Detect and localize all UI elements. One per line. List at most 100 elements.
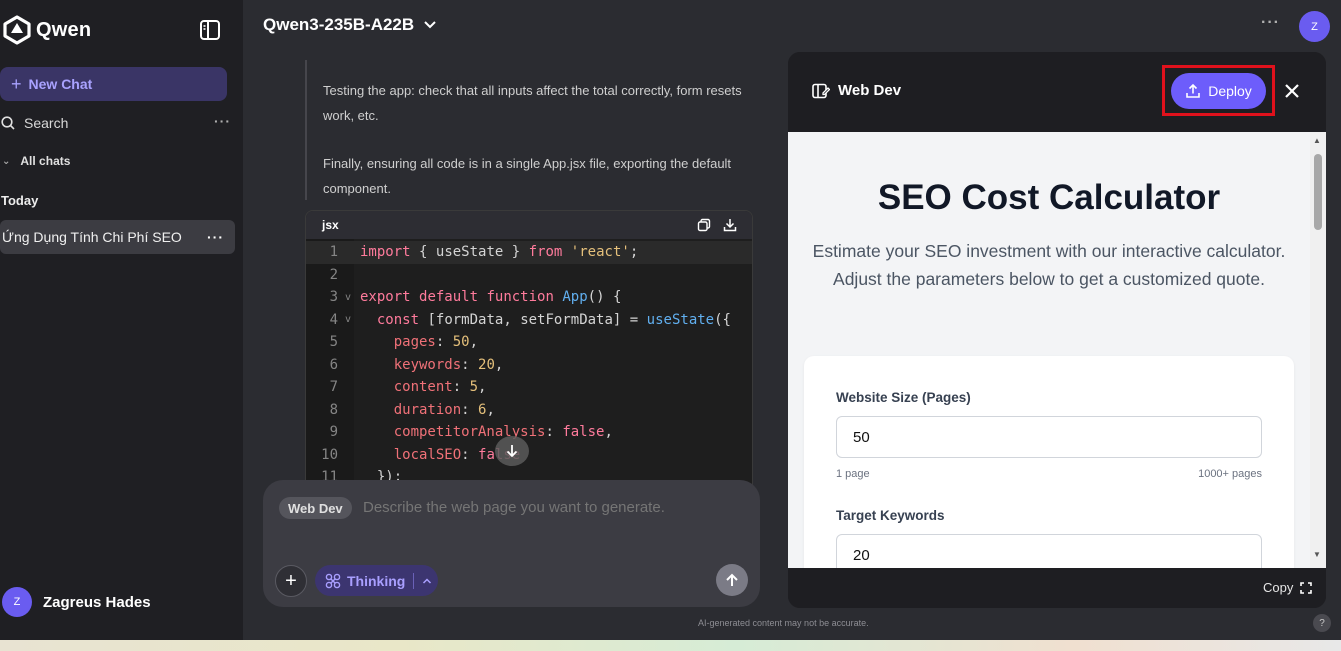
code-text: const [formData, setFormData] = useState…: [376, 311, 731, 328]
mode-chip-web-dev[interactable]: Web Dev: [279, 497, 352, 519]
help-button[interactable]: ?: [1313, 614, 1331, 632]
line-number: 3: [329, 289, 338, 306]
code-text: competitorAnalysis: false,: [393, 424, 613, 441]
qwen-logo-icon: [3, 15, 31, 45]
range-min-label: 1 page: [836, 468, 870, 480]
chevron-down-icon: ⌄: [2, 155, 11, 167]
scrollbar-thumb[interactable]: [1314, 154, 1322, 230]
copy-icon[interactable]: [697, 218, 711, 232]
message-composer: Web Dev + Thinking: [263, 480, 760, 607]
avatar[interactable]: Z: [1299, 11, 1330, 42]
scroll-down-icon[interactable]: ▼: [1313, 550, 1321, 559]
divider: [413, 572, 415, 589]
search-button[interactable]: Search: [0, 111, 232, 135]
code-line: 1 import { useState } from 'react';: [306, 241, 752, 264]
code-line: 7 content: 5,: [306, 376, 752, 399]
line-number: 4: [329, 311, 338, 328]
arrow-down-icon: [506, 445, 518, 458]
field-label: Website Size (Pages): [836, 390, 971, 405]
message-input[interactable]: [363, 499, 743, 516]
line-number: 9: [329, 424, 338, 441]
chevron-up-icon[interactable]: [422, 577, 432, 585]
preview-title: SEO Cost Calculator: [877, 178, 1221, 217]
search-label: Search: [24, 115, 69, 131]
close-icon: [1285, 84, 1299, 98]
fold-chevron-icon[interactable]: v: [338, 292, 358, 303]
taskbar-strip: [0, 640, 1341, 651]
code-header: jsx: [306, 211, 752, 239]
all-chats-label: All chats: [20, 154, 71, 168]
preview-frame[interactable]: SEO Cost Calculator Estimate your SEO in…: [788, 132, 1326, 568]
expand-icon[interactable]: [1300, 582, 1312, 594]
search-more-icon[interactable]: ···: [214, 113, 231, 129]
add-attachment-button[interactable]: +: [275, 565, 307, 597]
sidebar: Qwen + New Chat Search ··· ⌄ All chats T…: [0, 0, 243, 640]
model-selector[interactable]: Qwen3-235B-A22B: [263, 15, 437, 35]
code-line: 4v const [formData, setFormData] = useSt…: [306, 309, 752, 332]
chevron-down-icon: [424, 21, 436, 29]
model-name: Qwen3-235B-A22B: [263, 15, 415, 34]
user-profile[interactable]: Z Zagreus Hades: [0, 587, 151, 617]
avatar: Z: [2, 587, 32, 617]
thinking-paragraph: Finally, ensuring all code is in a singl…: [323, 156, 732, 196]
code-language: jsx: [322, 218, 339, 232]
code-text: keywords: 20,: [393, 356, 504, 373]
code-line: 10 localSEO: false: [306, 444, 752, 467]
panel-title-text: Web Dev: [838, 82, 902, 99]
code-block: jsx 1 import { useState } from 'react'; 2 3…: [305, 210, 753, 485]
thinking-toggle-button[interactable]: Thinking: [315, 565, 438, 596]
line-number: 7: [329, 379, 338, 396]
chat-more-icon[interactable]: ···: [207, 229, 224, 245]
line-number: 8: [329, 401, 338, 418]
close-panel-button[interactable]: [1282, 81, 1302, 101]
web-dev-icon: [812, 83, 830, 98]
range-max-label: 1000+ pages: [1198, 468, 1262, 480]
plus-icon: +: [285, 569, 297, 592]
more-options-icon[interactable]: ···: [1261, 14, 1280, 32]
disclaimer: AI-generated content may not be accurate…: [698, 618, 869, 628]
line-number: 6: [329, 356, 338, 373]
panel-footer: Copy: [788, 568, 1326, 608]
code-text: duration: 6,: [393, 401, 495, 418]
brand[interactable]: Qwen: [0, 14, 91, 46]
scroll-down-button[interactable]: [495, 436, 529, 466]
line-number: 1: [329, 244, 338, 261]
line-number: 10: [321, 446, 338, 463]
thinking-label: Thinking: [347, 572, 406, 589]
arrow-up-icon: [726, 573, 738, 586]
thinking-icon: [325, 573, 341, 588]
all-chats-toggle[interactable]: ⌄ All chats: [2, 154, 70, 168]
pages-input[interactable]: [836, 416, 1262, 458]
panel-title: Web Dev: [812, 82, 901, 99]
sidebar-toggle-icon[interactable]: [198, 18, 222, 42]
chat-title: Ứng Dụng Tính Chi Phí SEO: [2, 229, 182, 245]
code-line: 8 duration: 6,: [306, 399, 752, 422]
deploy-button[interactable]: Deploy: [1171, 73, 1266, 109]
code-line: 3 v export default function App() {: [306, 286, 752, 309]
thinking-paragraph: Testing the app: check that all inputs a…: [323, 83, 742, 123]
plus-icon: +: [11, 73, 22, 94]
new-chat-label: New Chat: [28, 76, 93, 92]
search-icon: [1, 116, 15, 130]
section-today: Today: [1, 193, 39, 208]
code-text: import { useState } from 'react';: [360, 244, 639, 261]
new-chat-button[interactable]: + New Chat: [0, 67, 227, 101]
code-text: content: 5,: [393, 379, 487, 396]
preview-subtitle: Estimate your SEO investment with our in…: [812, 241, 1286, 289]
field-label: Target Keywords: [836, 508, 945, 523]
preview-scrollbar[interactable]: ▲ ▼: [1310, 132, 1326, 568]
line-number: 2: [329, 266, 338, 283]
send-button[interactable]: [716, 564, 748, 596]
code-line: 6 keywords: 20,: [306, 354, 752, 377]
copy-button[interactable]: Copy: [1263, 580, 1293, 595]
code-text: pages: 50,: [393, 334, 479, 351]
scroll-up-icon[interactable]: ▲: [1313, 136, 1321, 145]
chat-list-item[interactable]: Ứng Dụng Tính Chi Phí SEO: [0, 220, 235, 254]
code-line: 9 competitorAnalysis: false,: [306, 421, 752, 444]
download-icon[interactable]: [723, 218, 737, 232]
user-name: Zagreus Hades: [43, 593, 151, 611]
keywords-input[interactable]: [836, 534, 1262, 568]
deploy-label: Deploy: [1208, 83, 1252, 99]
code-line: 5 pages: 50,: [306, 331, 752, 354]
fold-chevron-icon[interactable]: v: [338, 314, 358, 325]
